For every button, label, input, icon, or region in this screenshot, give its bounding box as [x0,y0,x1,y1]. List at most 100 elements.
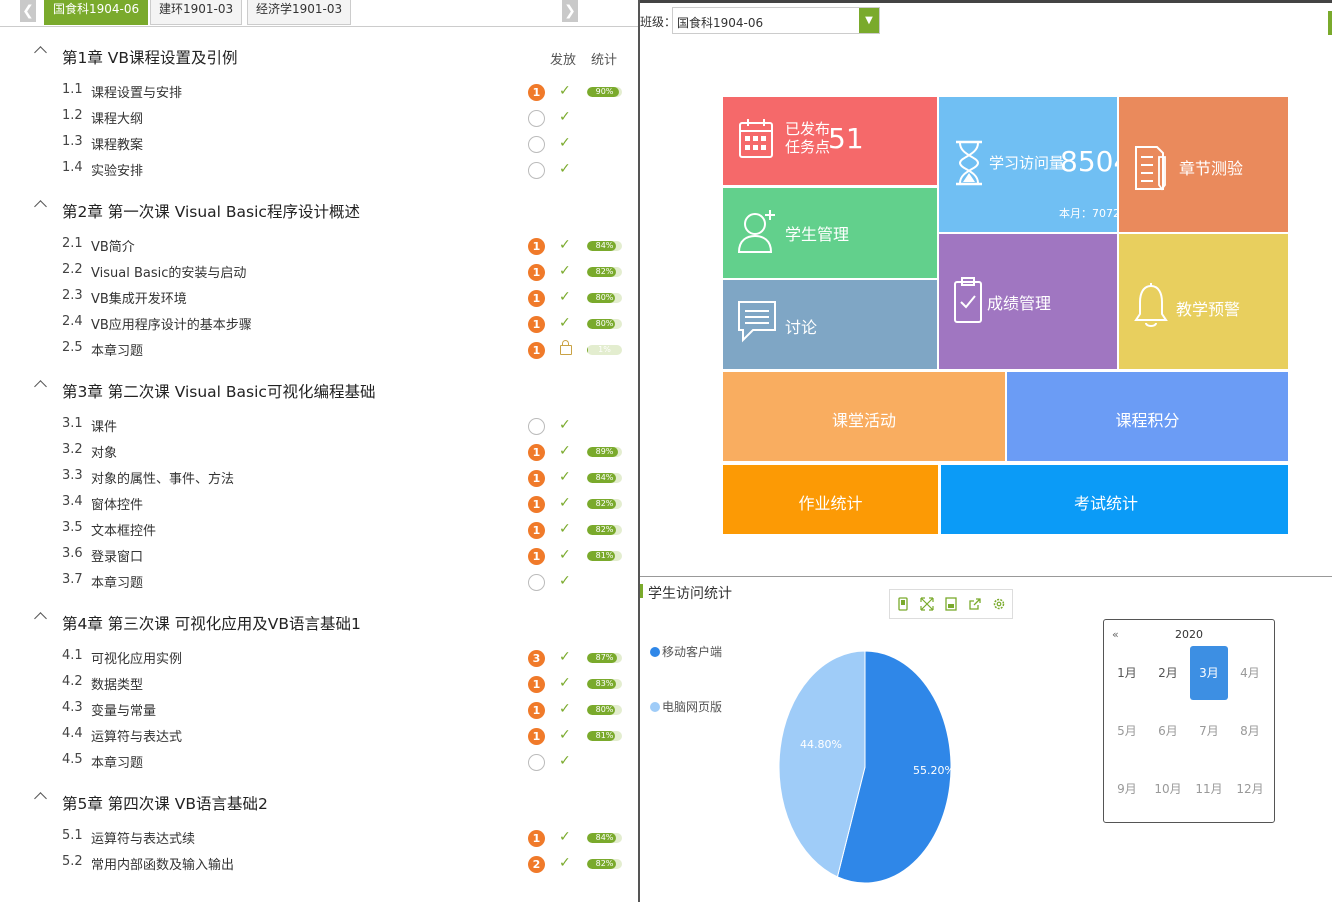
month-cell[interactable]: 3月 [1190,646,1228,700]
check-icon[interactable]: ✓ [559,574,571,588]
chevron-up-icon[interactable] [34,200,47,213]
lesson-row[interactable]: 3.1 课件 ✓ [0,412,638,438]
tab-prev-arrow-icon[interactable]: ❮ [20,0,36,22]
month-cell[interactable]: 6月 [1149,704,1187,758]
lesson-row[interactable]: 2.2 Visual Basic的安装与启动 1 ✓ 82% [0,258,638,284]
check-icon[interactable]: ✓ [559,650,571,664]
month-cell[interactable]: 12月 [1231,762,1269,816]
chevron-up-icon[interactable] [34,612,47,625]
lesson-row[interactable]: 5.2 常用内部函数及输入输出 2 ✓ 82% [0,850,638,876]
month-cell[interactable]: 7月 [1190,704,1228,758]
task-count-badge[interactable]: 1 [528,702,545,719]
lesson-title[interactable]: 课程教案 [91,134,143,153]
tab-next-arrow-icon[interactable]: ❯ [562,0,578,22]
task-count-badge[interactable]: 1 [528,290,545,307]
empty-circle-icon[interactable] [528,110,545,127]
lesson-row[interactable]: 2.3 VB集成开发环境 1 ✓ 80% [0,284,638,310]
check-icon[interactable]: ✓ [559,418,571,432]
lesson-row[interactable]: 2.4 VB应用程序设计的基本步骤 1 ✓ 80% [0,310,638,336]
task-count-badge[interactable]: 1 [528,470,545,487]
task-count-badge[interactable]: 1 [528,84,545,101]
lesson-row[interactable]: 3.5 文本框控件 1 ✓ 82% [0,516,638,542]
month-cell[interactable]: 2月 [1149,646,1187,700]
check-icon[interactable]: ✓ [559,676,571,690]
empty-circle-icon[interactable] [528,418,545,435]
tab-class-3[interactable]: 经济学1901-03 [247,0,352,25]
lesson-title[interactable]: 本章习题 [91,340,143,359]
task-count-badge[interactable]: 2 [528,856,545,873]
lesson-title[interactable]: VB应用程序设计的基本步骤 [91,314,252,333]
lesson-title[interactable]: 登录窗口 [91,546,143,565]
lesson-row[interactable]: 2.1 VB简介 1 ✓ 84% [0,232,638,258]
check-icon[interactable]: ✓ [559,238,571,252]
check-icon[interactable]: ✓ [559,264,571,278]
lock-icon[interactable] [560,340,572,355]
task-count-badge[interactable]: 1 [528,728,545,745]
month-cell[interactable]: 4月 [1231,646,1269,700]
task-count-badge[interactable]: 1 [528,548,545,565]
lesson-title[interactable]: 文本框控件 [91,520,156,539]
tab-class-2[interactable]: 建环1901-03 [150,0,243,25]
lesson-title[interactable]: 对象的属性、事件、方法 [91,468,234,487]
lesson-row[interactable]: 3.4 窗体控件 1 ✓ 82% [0,490,638,516]
chapter-header[interactable]: 第1章 VB课程设置及引例 发放 统计 [0,38,638,78]
lesson-title[interactable]: VB简介 [91,236,135,255]
check-icon[interactable]: ✓ [559,84,571,98]
task-count-badge[interactable]: 1 [528,342,545,359]
lesson-row[interactable]: 3.2 对象 1 ✓ 89% [0,438,638,464]
lesson-row[interactable]: 1.3 课程教案 ✓ [0,130,638,156]
chapter-header[interactable]: 第3章 第二次课 Visual Basic可视化编程基础 [0,372,638,412]
task-count-badge[interactable]: 1 [528,496,545,513]
task-count-badge[interactable]: 1 [528,830,545,847]
check-icon[interactable]: ✓ [559,728,571,742]
task-count-badge[interactable]: 1 [528,522,545,539]
lesson-row[interactable]: 4.4 运算符与表达式 1 ✓ 81% [0,722,638,748]
lesson-row[interactable]: 1.4 实验安排 ✓ [0,156,638,182]
task-count-badge[interactable]: 1 [528,238,545,255]
lesson-title[interactable]: 运算符与表达式 [91,726,182,745]
lesson-title[interactable]: 变量与常量 [91,700,156,719]
lesson-row[interactable]: 1.1 课程设置与安排 1 ✓ 90% [0,78,638,104]
chevron-up-icon[interactable] [34,792,47,805]
task-count-badge[interactable]: 1 [528,444,545,461]
task-count-badge[interactable]: 1 [528,264,545,281]
lesson-row[interactable]: 5.1 运算符与表达式续 1 ✓ 84% [0,824,638,850]
check-icon[interactable]: ✓ [559,290,571,304]
month-cell[interactable]: 5月 [1108,704,1146,758]
check-icon[interactable]: ✓ [559,522,571,536]
lesson-title[interactable]: 数据类型 [91,674,143,693]
lesson-title[interactable]: Visual Basic的安装与启动 [91,262,246,281]
month-cell[interactable]: 10月 [1149,762,1187,816]
lesson-title[interactable]: 本章习题 [91,752,143,771]
lesson-title[interactable]: 运算符与表达式续 [91,828,195,847]
task-count-badge[interactable]: 3 [528,650,545,667]
lesson-title[interactable]: 窗体控件 [91,494,143,513]
check-icon[interactable]: ✓ [559,162,571,176]
check-icon[interactable]: ✓ [559,702,571,716]
check-icon[interactable]: ✓ [559,754,571,768]
empty-circle-icon[interactable] [528,162,545,179]
lesson-row[interactable]: 3.7 本章习题 ✓ [0,568,638,594]
chapter-header[interactable]: 第2章 第一次课 Visual Basic程序设计概述 [0,192,638,232]
check-icon[interactable]: ✓ [559,136,571,150]
lesson-row[interactable]: 3.3 对象的属性、事件、方法 1 ✓ 84% [0,464,638,490]
lesson-row[interactable]: 4.2 数据类型 1 ✓ 83% [0,670,638,696]
lesson-title[interactable]: 课程设置与安排 [91,82,182,101]
lesson-title[interactable]: 对象 [91,442,117,461]
check-icon[interactable]: ✓ [559,548,571,562]
lesson-title[interactable]: 本章习题 [91,572,143,591]
empty-circle-icon[interactable] [528,754,545,771]
lesson-title[interactable]: 课件 [91,416,117,435]
lesson-title[interactable]: VB集成开发环境 [91,288,187,307]
lesson-title[interactable]: 可视化应用实例 [91,648,182,667]
check-icon[interactable]: ✓ [559,110,571,124]
lesson-row[interactable]: 2.5 本章习题 1 1% [0,336,638,362]
empty-circle-icon[interactable] [528,136,545,153]
chevron-up-icon[interactable] [34,46,47,59]
lesson-title[interactable]: 常用内部函数及输入输出 [91,854,234,873]
lesson-row[interactable]: 4.1 可视化应用实例 3 ✓ 87% [0,644,638,670]
lesson-title[interactable]: 课程大纲 [91,108,143,127]
lesson-row[interactable]: 3.6 登录窗口 1 ✓ 81% [0,542,638,568]
lesson-row[interactable]: 4.5 本章习题 ✓ [0,748,638,774]
month-cell[interactable]: 1月 [1108,646,1146,700]
